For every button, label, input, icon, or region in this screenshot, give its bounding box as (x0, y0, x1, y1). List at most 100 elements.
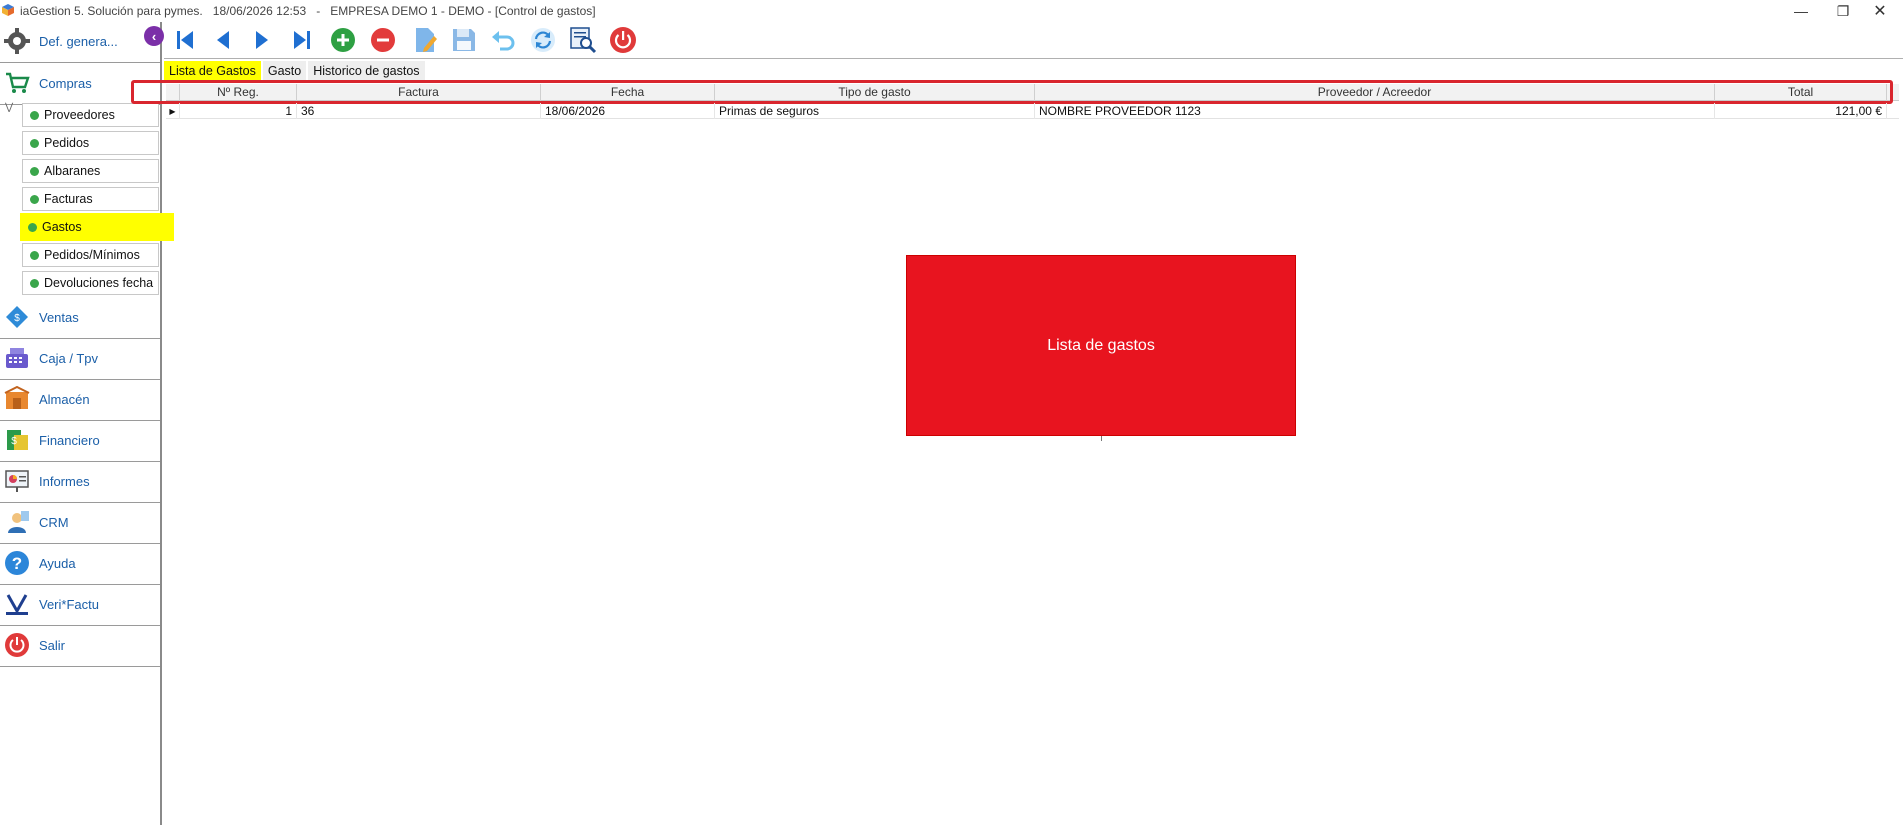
tab-bar: Lista de Gastos Gasto Historico de gasto… (164, 61, 427, 81)
column-header[interactable]: Proveedor / Acreedor (1035, 84, 1715, 101)
status-dot-icon (30, 110, 39, 120)
svg-text:?: ? (12, 554, 22, 573)
report-icon (3, 467, 31, 495)
column-header[interactable]: Factura (297, 84, 541, 101)
last-icon (294, 31, 310, 49)
next-icon (256, 31, 268, 49)
svg-text:$: $ (14, 313, 20, 324)
save-icon (453, 29, 475, 51)
edit-button[interactable] (410, 24, 440, 56)
subitem-gastos[interactable]: Gastos (20, 213, 174, 241)
app-logo-icon (2, 4, 14, 16)
first-icon (177, 31, 193, 49)
edit-icon (416, 28, 437, 52)
status-dot-icon (28, 222, 37, 232)
status-dot-icon (30, 166, 39, 176)
cell-factura: 36 (297, 103, 541, 119)
verifactu-logo-icon (3, 590, 31, 618)
sidebar-module-financiero[interactable]: $ Financiero (0, 421, 160, 459)
subitem-label: Albaranes (44, 164, 101, 178)
sidebar-module-crm[interactable]: CRM (0, 503, 160, 541)
module-label: CRM (39, 514, 69, 530)
search-icon (570, 27, 597, 54)
money-icon: $ (3, 426, 31, 454)
tab-lista-de-gastos[interactable]: Lista de Gastos (164, 61, 261, 81)
exit-button[interactable] (608, 24, 638, 56)
previous-record-button[interactable] (208, 24, 238, 56)
module-label: Salir (39, 637, 66, 653)
power-icon (3, 631, 31, 659)
status-dot-icon (30, 194, 39, 204)
help-icon: ? (3, 549, 31, 577)
main-content: Lista de Gastos Gasto Historico de gasto… (131, 58, 1903, 825)
subitem-label: Facturas (44, 192, 93, 206)
sidebar-module-verifactu[interactable]: Veri*Factu (0, 585, 160, 623)
refresh-button[interactable] (528, 24, 558, 56)
module-label: Ventas (39, 309, 79, 325)
add-button[interactable] (328, 24, 358, 56)
last-record-button[interactable] (287, 24, 317, 56)
column-header[interactable]: Total (1715, 84, 1887, 101)
module-label: Ayuda (39, 555, 76, 571)
callout-panel: Lista de gastos (906, 255, 1296, 436)
sidebar-section-compras[interactable]: Compras (0, 64, 160, 102)
column-header[interactable]: Tipo de gasto (715, 84, 1035, 101)
cash-register-icon (3, 344, 31, 372)
subitem-label: Gastos (42, 220, 82, 234)
module-label: Informes (39, 473, 90, 489)
collapse-sidebar-button[interactable]: ‹ (144, 26, 164, 46)
module-label: Financiero (39, 432, 100, 448)
subitem-label: Pedidos/Mínimos (44, 248, 140, 262)
cell-total: 121,00 € (1715, 103, 1887, 119)
subitem-facturas[interactable]: Facturas (22, 187, 159, 211)
sidebar: Def. genera... Compras ⋁ Proveedores Ped… (0, 22, 174, 825)
subitem-devoluciones-fecha[interactable]: Devoluciones fecha (22, 271, 159, 295)
previous-icon (217, 31, 229, 49)
column-header[interactable]: Nº Reg. (180, 84, 297, 101)
tab-historico-de-gastos[interactable]: Historico de gastos (308, 61, 425, 81)
subitem-albaranes[interactable]: Albaranes (22, 159, 159, 183)
module-label: Almacén (39, 391, 90, 407)
tab-gasto[interactable]: Gasto (262, 61, 307, 81)
delete-button[interactable] (368, 24, 398, 56)
divider (0, 62, 160, 63)
divider (0, 666, 160, 667)
undo-button[interactable] (488, 24, 518, 56)
column-header[interactable]: Fecha (541, 84, 715, 101)
next-record-button[interactable] (247, 24, 277, 56)
subitem-proveedores[interactable]: Proveedores (22, 103, 159, 127)
module-label: Veri*Factu (39, 596, 99, 612)
minimize-button[interactable]: — (1778, 0, 1824, 22)
first-record-button[interactable] (170, 24, 200, 56)
double-chevron-down-icon[interactable]: ⋁ (5, 102, 13, 113)
status-dot-icon (30, 138, 39, 148)
sidebar-section-def-general[interactable]: Def. genera... (0, 22, 160, 60)
cart-icon (3, 69, 31, 97)
delete-icon (371, 28, 395, 52)
sidebar-module-informes[interactable]: Informes (0, 462, 160, 500)
subitem-label: Pedidos (44, 136, 90, 150)
callout-pointer (1101, 436, 1102, 441)
refresh-icon (531, 28, 555, 52)
sidebar-module-almacen[interactable]: Almacén (0, 380, 160, 418)
close-window-button[interactable]: ✕ (1857, 0, 1903, 22)
table-row[interactable]: ▶ 1 36 18/06/2026 Primas de seguros NOMB… (166, 103, 1899, 119)
subitem-pedidos-minimos[interactable]: Pedidos/Mínimos (22, 243, 159, 267)
undo-icon (492, 31, 515, 51)
close-icon (610, 27, 636, 53)
person-icon (3, 508, 31, 536)
svg-text:$: $ (11, 436, 17, 447)
status-dot-icon (30, 278, 39, 288)
table-header: Nº Reg. Factura Fecha Tipo de gasto Prov… (166, 84, 1899, 101)
sidebar-module-ventas[interactable]: $ Ventas (0, 298, 160, 336)
module-label: Caja / Tpv (39, 350, 99, 366)
sidebar-section-label: Def. genera... (39, 33, 118, 49)
row-pointer-icon: ▶ (166, 103, 180, 119)
search-button[interactable] (568, 24, 598, 56)
sidebar-module-caja-tpv[interactable]: Caja / Tpv (0, 339, 160, 377)
sidebar-module-ayuda[interactable]: ? Ayuda (0, 544, 160, 582)
add-icon (331, 28, 355, 52)
sidebar-module-salir[interactable]: Salir (0, 626, 160, 664)
subitem-pedidos[interactable]: Pedidos (22, 131, 159, 155)
save-button[interactable] (449, 24, 479, 56)
